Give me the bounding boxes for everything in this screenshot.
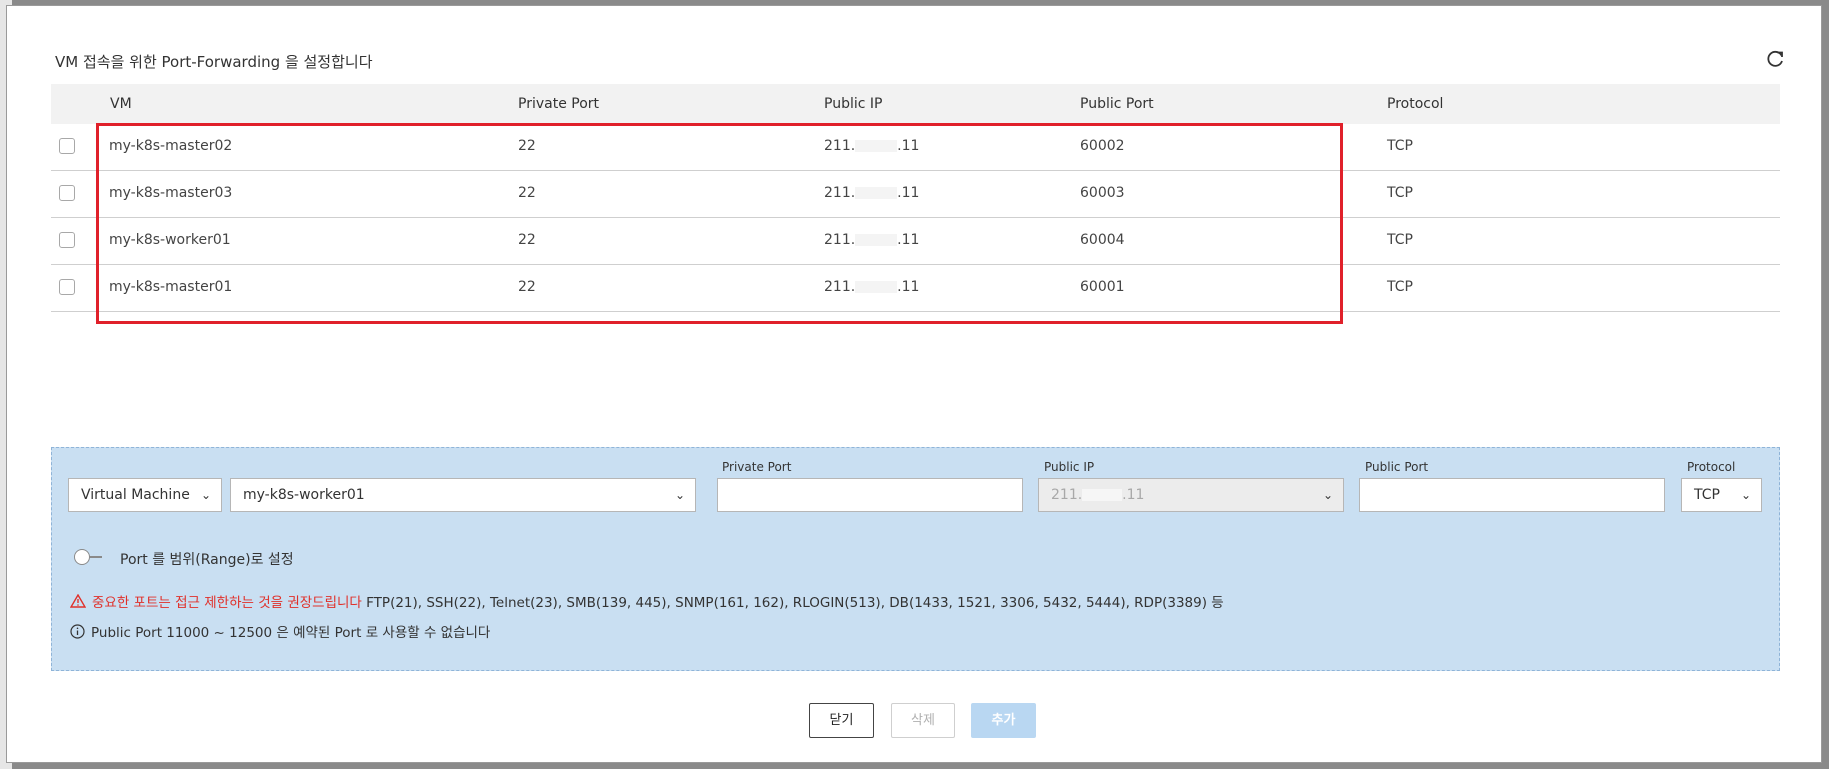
protocol-select[interactable]: TCP ⌄: [1681, 478, 1762, 512]
cell-public-ip: 211. .11: [824, 138, 920, 154]
public-ip-label: Public IP: [1044, 460, 1095, 474]
masked-ip-segment: [855, 187, 898, 199]
cell-private-port: 22: [518, 185, 536, 201]
cell-vm: my-k8s-master03: [109, 185, 233, 201]
info-text: Public Port 11000 ~ 12500 은 예약된 Port 로 사…: [91, 625, 491, 641]
row-checkbox[interactable]: [59, 279, 75, 295]
warning-highlight-text: 중요한 포트는 접근 제한하는 것을 권장드립니다: [92, 595, 362, 611]
chevron-down-icon: ⌄: [1322, 488, 1333, 502]
public-port-label: Public Port: [1365, 460, 1429, 474]
cell-private-port: 22: [518, 279, 536, 295]
table-row[interactable]: my-k8s-worker01 22 211. .11 60004 TCP: [51, 218, 1780, 265]
cell-vm: my-k8s-worker01: [109, 232, 231, 248]
public-ip-select[interactable]: 211. .11 ⌄: [1038, 478, 1344, 512]
table-row[interactable]: my-k8s-master01 22 211. .11 60001 TCP: [51, 265, 1780, 312]
table-row[interactable]: my-k8s-master02 22 211. .11 60002 TCP: [51, 124, 1780, 171]
cell-protocol: TCP: [1387, 138, 1413, 154]
protocol-label: Protocol: [1687, 460, 1736, 474]
private-port-label: Private Port: [722, 460, 792, 474]
cell-vm: my-k8s-master01: [109, 279, 233, 295]
add-button[interactable]: 추가: [971, 703, 1036, 738]
vm-select[interactable]: my-k8s-worker01 ⌄: [230, 478, 696, 512]
header-public-ip: Public IP: [824, 96, 883, 112]
cell-vm: my-k8s-master02: [109, 138, 233, 154]
masked-ip-segment: [1082, 489, 1123, 501]
delete-button[interactable]: 삭제: [891, 703, 955, 738]
warning-triangle-icon: [69, 593, 87, 612]
public-port-input[interactable]: [1359, 478, 1665, 512]
cell-public-port: 60001: [1080, 279, 1125, 295]
cell-public-port: 60004: [1080, 232, 1125, 248]
toggle-knob: [74, 549, 90, 565]
range-toggle[interactable]: [74, 549, 104, 565]
cell-protocol: TCP: [1387, 232, 1413, 248]
row-checkbox[interactable]: [59, 232, 75, 248]
row-checkbox[interactable]: [59, 138, 75, 154]
type-select[interactable]: Virtual Machine ⌄: [68, 478, 222, 512]
chevron-down-icon: ⌄: [674, 488, 685, 502]
cell-public-ip: 211. .11: [824, 279, 920, 295]
cell-private-port: 22: [518, 232, 536, 248]
port-forwarding-modal: VM 접속을 위한 Port-Forwarding 을 설정합니다 VM Pri…: [6, 5, 1822, 763]
add-rule-panel: Virtual Machine ⌄ my-k8s-worker01 ⌄ Priv…: [51, 447, 1780, 671]
header-public-port: Public Port: [1080, 96, 1154, 112]
header-vm: VM: [110, 96, 132, 112]
cell-public-port: 60003: [1080, 185, 1125, 201]
header-protocol: Protocol: [1387, 96, 1444, 112]
close-button[interactable]: 닫기: [809, 703, 874, 738]
cell-protocol: TCP: [1387, 185, 1413, 201]
warning-ports-text: FTP(21), SSH(22), Telnet(23), SMB(139, 4…: [366, 595, 1224, 611]
info-message: Public Port 11000 ~ 12500 은 예약된 Port 로 사…: [70, 621, 490, 643]
warning-message: 중요한 포트는 접근 제한하는 것을 권장드립니다 FTP(21), SSH(2…: [69, 591, 1224, 612]
masked-ip-segment: [855, 140, 898, 152]
cell-public-ip: 211. .11: [824, 232, 920, 248]
range-toggle-label: Port 를 범위(Range)로 설정: [120, 552, 294, 568]
private-port-input[interactable]: [717, 478, 1023, 512]
header-private-port: Private Port: [518, 96, 600, 112]
port-forwarding-table: VM Private Port Public IP Public Port Pr…: [51, 84, 1780, 312]
chevron-down-icon: ⌄: [200, 488, 211, 502]
refresh-icon[interactable]: [1762, 46, 1788, 72]
info-icon: [70, 623, 85, 643]
table-row[interactable]: my-k8s-master03 22 211. .11 60003 TCP: [51, 171, 1780, 218]
chevron-down-icon: ⌄: [1740, 488, 1751, 502]
cell-public-ip: 211. .11: [824, 185, 920, 201]
masked-ip-segment: [855, 234, 898, 246]
cell-public-port: 60002: [1080, 138, 1125, 154]
cell-private-port: 22: [518, 138, 536, 154]
cell-protocol: TCP: [1387, 279, 1413, 295]
modal-title: VM 접속을 위한 Port-Forwarding 을 설정합니다: [55, 53, 373, 71]
masked-ip-segment: [855, 281, 898, 293]
row-checkbox[interactable]: [59, 185, 75, 201]
table-header: VM Private Port Public IP Public Port Pr…: [51, 84, 1780, 124]
